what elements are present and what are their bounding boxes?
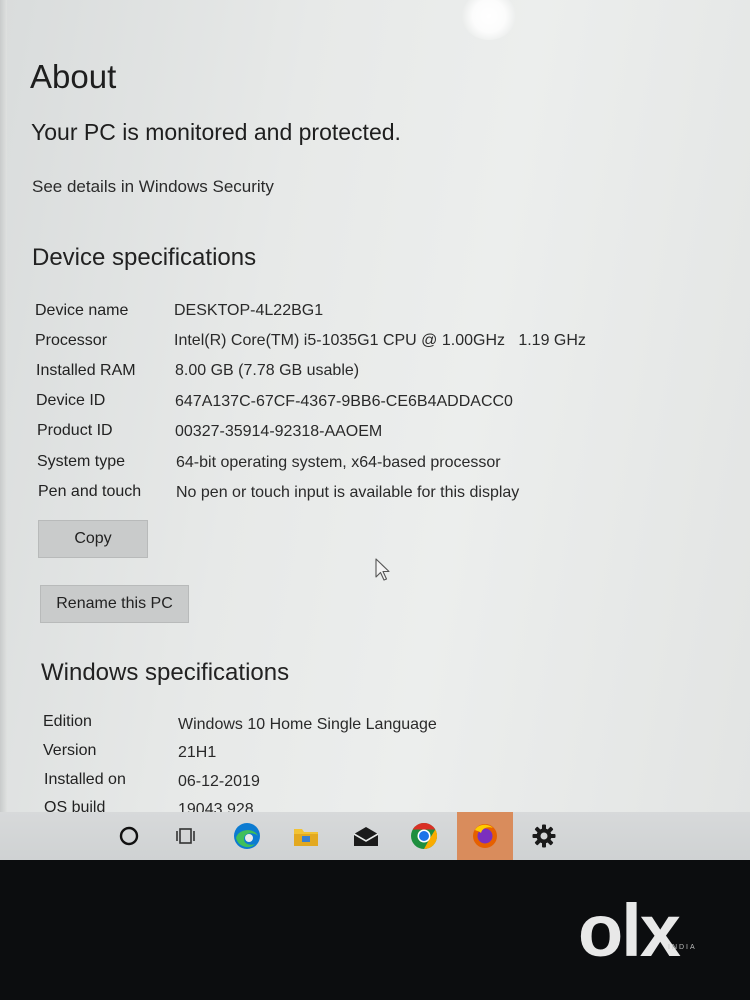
spec-label-device-name: Device name	[35, 302, 129, 319]
spec-label-installed-ram: Installed RAM	[36, 362, 136, 379]
spec-label-pen-touch: Pen and touch	[38, 483, 142, 500]
win-label-version: Version	[43, 742, 97, 759]
task-view-icon[interactable]	[160, 812, 212, 860]
device-specs-heading: Device specifications	[32, 244, 257, 271]
olx-watermark-logo: olx	[578, 889, 681, 972]
settings-window: About Your PC is monitored and protected…	[0, 0, 750, 860]
edge-icon[interactable]	[221, 812, 273, 860]
copy-button[interactable]: Copy	[38, 520, 148, 558]
olx-watermark-subtext: INDIA	[668, 944, 697, 951]
rename-pc-button[interactable]: Rename this PC	[40, 585, 189, 623]
win-label-edition: Edition	[43, 713, 92, 730]
spec-label-processor: Processor	[35, 332, 108, 349]
spec-label-product-id: Product ID	[37, 422, 113, 439]
firefox-icon[interactable]	[457, 812, 513, 860]
chrome-icon[interactable]	[398, 812, 450, 860]
taskbar	[0, 812, 750, 860]
spec-value-installed-ram: 8.00 GB (7.78 GB usable)	[175, 362, 360, 379]
search-circle-icon[interactable]	[103, 812, 155, 860]
file-explorer-icon[interactable]	[280, 812, 332, 860]
spec-value-pen-touch: No pen or touch input is available for t…	[176, 484, 520, 501]
windows-specs-heading: Windows specifications	[41, 659, 290, 686]
win-value-edition: Windows 10 Home Single Language	[178, 716, 437, 733]
settings-gear-icon[interactable]	[518, 812, 570, 860]
win-value-version: 21H1	[178, 744, 217, 761]
spec-value-device-name: DESKTOP-4L22BG1	[174, 302, 324, 319]
screen-glare	[462, 0, 516, 40]
mail-icon[interactable]	[340, 812, 392, 860]
copy-button-label: Copy	[74, 530, 112, 547]
spec-value-product-id: 00327-35914-92318-AAOEM	[175, 423, 383, 440]
windows-security-link[interactable]: See details in Windows Security	[32, 177, 274, 197]
spec-value-system-type: 64-bit operating system, x64-based proce…	[176, 454, 501, 471]
spec-label-system-type: System type	[37, 453, 126, 470]
spec-value-processor: Intel(R) Core(TM) i5-1035G1 CPU @ 1.00GH…	[174, 332, 586, 349]
win-value-installed-on: 06-12-2019	[178, 773, 260, 790]
rename-pc-button-label: Rename this PC	[56, 595, 173, 612]
mouse-pointer-icon	[375, 558, 391, 587]
protection-status: Your PC is monitored and protected.	[31, 119, 401, 145]
spec-value-device-id: 647A137C-67CF-4367-9BB6-CE6B4ADDACC0	[175, 393, 513, 410]
page-title: About	[30, 58, 117, 95]
win-label-installed-on: Installed on	[44, 771, 126, 788]
spec-label-device-id: Device ID	[36, 392, 106, 409]
window-edge	[0, 0, 7, 860]
